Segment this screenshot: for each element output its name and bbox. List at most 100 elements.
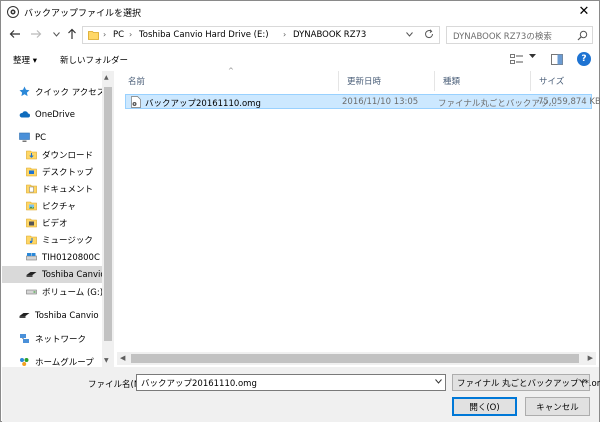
file-type-filter[interactable]: ファイナル 丸ごとバックアップ (*.omg xyxy=(452,374,600,391)
download-folder-icon xyxy=(26,150,37,160)
scroll-left-icon[interactable]: ◀ xyxy=(120,354,125,362)
desktop-folder-icon xyxy=(26,167,37,177)
music-folder-icon xyxy=(26,235,37,245)
breadcrumb-separator: › xyxy=(103,30,107,39)
search-icon xyxy=(577,30,588,41)
window-title: バックアップファイルを選択 xyxy=(24,9,142,19)
nav-item-label: クイック アクセス xyxy=(35,87,106,98)
nav-item-network[interactable]: ネットワーク xyxy=(19,330,115,347)
forward-button[interactable] xyxy=(29,27,43,41)
nav-item-label: ドキュメント xyxy=(42,184,94,195)
scroll-up-icon[interactable]: ▲ xyxy=(104,74,109,81)
filter-dropdown[interactable] xyxy=(579,378,586,386)
nav-item-label: ダウンロード xyxy=(42,150,94,161)
drive-icon xyxy=(26,289,37,295)
nav-item-toshiba-e[interactable]: Toshiba Canvio H xyxy=(2,266,115,283)
navigation-bar: › PC › Toshiba Canvio Hard Drive (E:) › … xyxy=(1,23,599,47)
up-button[interactable] xyxy=(65,27,79,41)
open-file-dialog: バックアップファイルを選択 ✕ › PC › Toshiba Canvio Ha… xyxy=(0,0,600,422)
refresh-button[interactable] xyxy=(424,29,434,42)
column-header-size[interactable]: サイズ xyxy=(531,71,595,91)
title-bar: バックアップファイルを選択 ✕ xyxy=(1,1,599,23)
filename-history-dropdown[interactable] xyxy=(435,378,442,386)
file-list-horizontal-scrollbar[interactable]: ◀ ▶ xyxy=(117,352,596,365)
dialog-footer: ファイル名(N): バックアップ20161110.omg ファイナル 丸ごとバッ… xyxy=(2,367,600,422)
chevron-down-icon xyxy=(406,32,413,37)
cloud-icon xyxy=(19,111,30,118)
drive-icon xyxy=(19,313,30,318)
file-row[interactable]: バックアップ20161110.omg 2016/11/10 13:05 ファイナ… xyxy=(125,94,600,109)
nav-item-label: PC xyxy=(35,132,47,143)
network-icon xyxy=(20,334,29,343)
view-options-icon[interactable] xyxy=(510,54,524,65)
open-button[interactable]: 開く(O) xyxy=(452,397,517,416)
arrow-left-icon xyxy=(9,30,20,38)
breadcrumb-pc[interactable]: PC xyxy=(113,30,124,40)
navigation-pane-scrollbar[interactable]: ▲ ▼ xyxy=(102,71,114,367)
column-header-name[interactable]: 名前 xyxy=(120,71,339,91)
breadcrumb-drive[interactable]: Toshiba Canvio Hard Drive (E:) xyxy=(139,30,269,40)
nav-item-quick-access[interactable]: クイック アクセス xyxy=(19,83,115,100)
preview-pane-icon[interactable] xyxy=(551,54,563,65)
filename-field[interactable]: バックアップ20161110.omg xyxy=(136,374,446,391)
app-icon xyxy=(7,6,19,18)
videos-folder-icon xyxy=(26,218,37,228)
address-bar[interactable]: › PC › Toshiba Canvio Hard Drive (E:) › … xyxy=(82,26,440,44)
nav-item-label: ホームグループ xyxy=(35,357,94,368)
pictures-folder-icon xyxy=(26,201,37,211)
refresh-icon xyxy=(425,29,434,39)
drive-icon xyxy=(26,253,37,261)
nav-item-label: デスクトップ xyxy=(42,167,94,178)
navigation-pane: クイック アクセス OneDrive PC ダウンロード デスクトップ ドキュメ… xyxy=(2,71,115,367)
column-header-type[interactable]: 種類 xyxy=(435,71,531,91)
back-button[interactable] xyxy=(8,27,22,41)
close-icon: ✕ xyxy=(578,3,590,19)
chevron-down-icon xyxy=(579,379,586,384)
drive-icon xyxy=(26,272,37,277)
chevron-down-icon xyxy=(529,54,536,58)
new-folder-button[interactable]: 新しいフォルダー xyxy=(60,54,128,66)
nav-item-label: OneDrive xyxy=(35,109,75,120)
close-button[interactable]: ✕ xyxy=(573,1,595,21)
file-icon xyxy=(131,96,141,108)
star-icon xyxy=(19,86,30,97)
nav-item-label: ボリューム (G:) xyxy=(42,287,104,298)
view-dropdown[interactable] xyxy=(529,53,536,61)
file-list: ^ 名前 更新日時 種類 サイズ バックアップ20161110.omg 2016… xyxy=(117,67,600,367)
scroll-down-icon[interactable]: ▼ xyxy=(104,357,109,364)
computer-icon xyxy=(19,132,30,142)
nav-item-onedrive[interactable]: OneDrive xyxy=(19,106,115,123)
search-input[interactable]: DYNABOOK RZ73の検索 xyxy=(453,30,552,42)
command-bar: 整理 ▾ 新しいフォルダー ? xyxy=(1,49,599,71)
nav-item-label: ピクチャ xyxy=(42,201,76,212)
scroll-right-icon[interactable]: ▶ xyxy=(588,354,593,362)
scrollbar-thumb[interactable] xyxy=(131,354,579,363)
recent-locations-button[interactable] xyxy=(49,27,63,41)
help-button[interactable]: ? xyxy=(577,52,591,66)
chevron-down-icon xyxy=(435,379,442,384)
nav-item-toshiba-external[interactable]: Toshiba Canvio Ha xyxy=(19,307,115,324)
nav-item-homegroup[interactable]: ホームグループ xyxy=(19,353,115,367)
file-name: バックアップ20161110.omg xyxy=(145,99,261,109)
filename-value: バックアップ20161110.omg xyxy=(141,379,257,389)
file-modified: 2016/11/10 13:05 xyxy=(342,97,419,107)
scrollbar-thumb[interactable] xyxy=(104,87,112,341)
search-box[interactable]: DYNABOOK RZ73の検索 xyxy=(446,26,593,44)
nav-item-label: ビデオ xyxy=(42,218,68,229)
documents-folder-icon xyxy=(26,184,37,194)
nav-item-pc[interactable]: PC xyxy=(19,129,115,146)
breadcrumb-folder[interactable]: DYNABOOK RZ73 xyxy=(293,30,366,40)
nav-item-label: ネットワーク xyxy=(35,334,87,345)
nav-item-label: ミュージック xyxy=(42,235,93,246)
arrow-right-icon xyxy=(31,30,42,38)
column-header-modified[interactable]: 更新日時 xyxy=(339,71,435,91)
arrow-up-icon xyxy=(68,28,76,39)
help-icon: ? xyxy=(581,54,587,64)
file-size: 75,059,874 KB xyxy=(538,97,600,107)
folder-icon xyxy=(88,31,99,40)
address-dropdown[interactable] xyxy=(406,30,413,39)
cancel-button[interactable]: キャンセル xyxy=(525,397,590,416)
homegroup-icon xyxy=(20,358,29,366)
organize-button[interactable]: 整理 ▾ xyxy=(13,54,37,66)
breadcrumb-separator: › xyxy=(129,30,133,39)
